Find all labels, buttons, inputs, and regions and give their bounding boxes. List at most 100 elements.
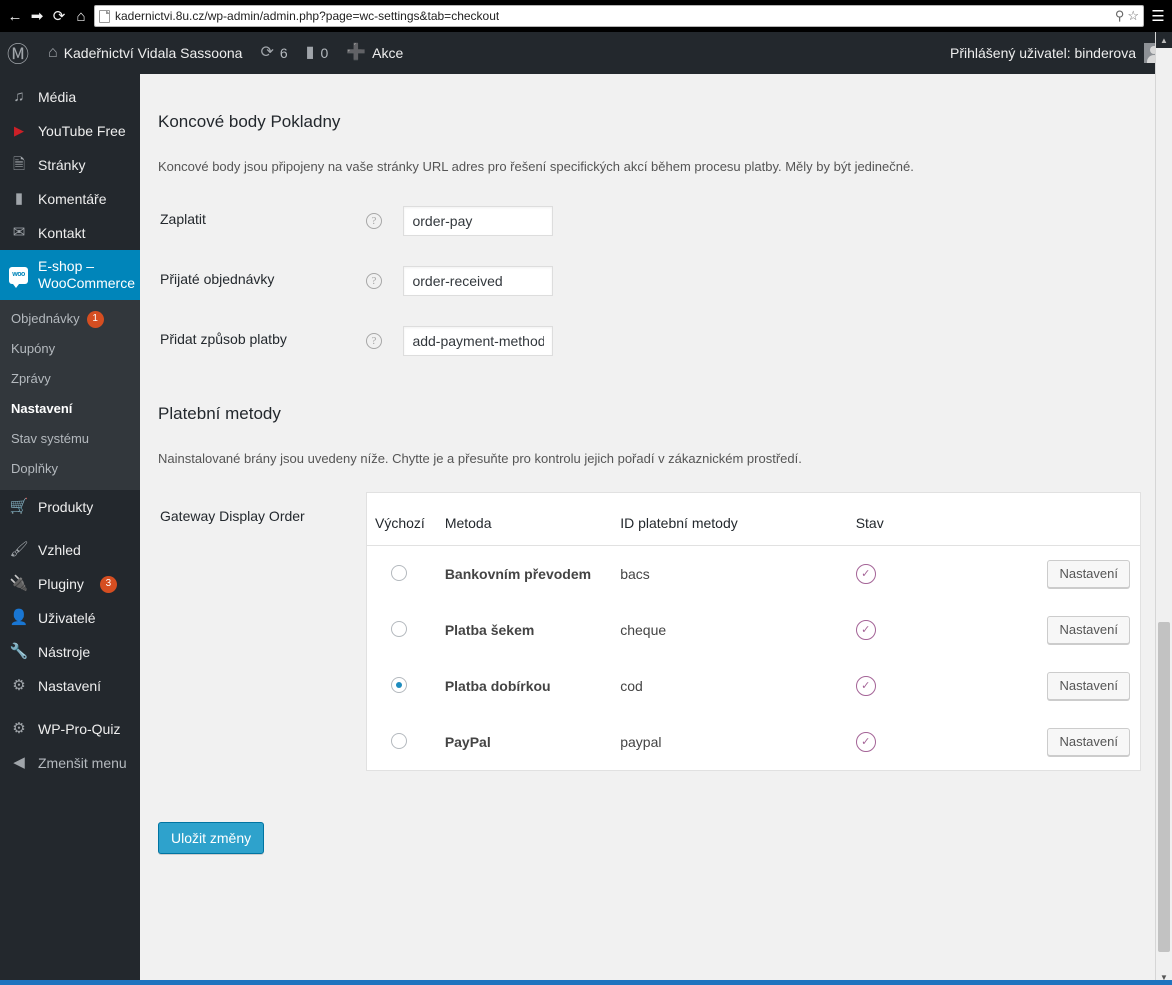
status-enabled-check-icon: ✓ (855, 564, 876, 585)
sidebar-item-reports[interactable]: Zprávy (0, 364, 140, 394)
table-row[interactable]: PayPal paypal ✓ Nastavení (366, 714, 1141, 771)
sidebar-item-label: Komentáře (38, 191, 107, 207)
scrollbar-thumb[interactable] (1158, 622, 1170, 952)
column-header-status: Stav (845, 492, 1038, 547)
sidebar-item-label: Pluginy (38, 576, 84, 592)
wordpress-logo-icon[interactable]: Ⓜ (0, 37, 39, 69)
sidebar-item-users[interactable]: 👤 Uživatelé (0, 601, 140, 635)
table-row[interactable]: Platba dobírkou cod ✓ Nastavení (366, 658, 1141, 715)
wp-admin-bar: Ⓜ ⌂ Kadeřnictví Vidala Sassoona ⟳ 6 ▮ 0 … (0, 32, 1172, 74)
gateway-settings-button[interactable]: Nastavení (1047, 616, 1130, 645)
sidebar-item-label: Stránky (38, 157, 86, 173)
field-cell-order-received: ? (366, 251, 1158, 311)
default-gateway-radio[interactable] (391, 620, 407, 637)
page-scrollbar[interactable]: ▲ ▼ (1155, 32, 1172, 985)
gateway-settings-button[interactable]: Nastavení (1047, 560, 1130, 589)
woocommerce-icon: woo (9, 266, 29, 288)
gateway-table-cell: Výchozí Metoda ID platební metody Stav B… (366, 486, 1158, 786)
scroll-up-arrow-icon[interactable]: ▲ (1156, 32, 1172, 48)
hamburger-menu-icon[interactable]: ☰ (1148, 7, 1168, 25)
collapse-menu-button[interactable]: ◀ Zmenšit menu (0, 746, 140, 780)
sidebar-item-youtube-free[interactable]: ▶ YouTube Free (0, 114, 140, 148)
default-radio-cell (366, 658, 435, 715)
status-enabled-check-icon: ✓ (855, 620, 876, 641)
gateway-settings-button[interactable]: Nastavení (1047, 728, 1130, 757)
updates-menu[interactable]: ⟳ 6 (251, 32, 296, 74)
comments-menu[interactable]: ▮ 0 (297, 32, 338, 74)
orders-badge: 1 (86, 310, 104, 328)
endpoints-form-table: Zaplatit ? Přijaté objednávky ? Přidat z… (158, 191, 1158, 371)
form-row-add-payment-method: Přidat způsob platby ? (158, 311, 1158, 371)
save-changes-button[interactable]: Uložit změny (158, 822, 265, 855)
menu-separator (0, 524, 140, 533)
field-label-add-payment-method: Přidat způsob platby (160, 330, 287, 347)
gateway-status-cell: ✓ (845, 602, 1038, 659)
page-document-icon (99, 9, 110, 23)
submenu-label: Doplňky (11, 461, 58, 476)
sidebar-item-coupons[interactable]: Kupóny (0, 334, 140, 364)
default-gateway-radio[interactable] (391, 564, 407, 581)
site-name-menu[interactable]: ⌂ Kadeřnictví Vidala Sassoona (39, 32, 251, 74)
sidebar-item-wp-pro-quiz[interactable]: ⚙ WP-Pro-Quiz (0, 712, 140, 746)
sidebar-item-settings-wp[interactable]: ⚙ Nastavení (0, 669, 140, 703)
home-icon: ⌂ (48, 44, 58, 61)
column-header-default: Výchozí (366, 492, 435, 547)
sidebar-item-label: Uživatelé (38, 610, 96, 626)
new-content-label: Akce (372, 45, 404, 61)
column-header-gateway-id: ID platební metody (610, 492, 846, 547)
reload-icon[interactable]: ⟳ (48, 4, 70, 28)
woocommerce-submenu: Objednávky 1 Kupóny Zprávy Nastavení Sta… (0, 300, 140, 490)
youtube-icon: ▶ (14, 123, 24, 138)
update-arrows-icon: ⟳ (260, 44, 274, 61)
add-payment-method-endpoint-input[interactable] (403, 325, 554, 356)
sidebar-item-products[interactable]: 🛒 Produkty (0, 490, 140, 524)
table-row[interactable]: Platba šekem cheque ✓ Nastavení (366, 602, 1141, 659)
gear-icon: ⚙ (12, 720, 26, 737)
help-icon[interactable]: ? (366, 272, 382, 289)
gateway-settings-button[interactable]: Nastavení (1047, 672, 1130, 701)
sidebar-item-tools[interactable]: 🔧 Nástroje (0, 635, 140, 669)
sidebar-item-woocommerce[interactable]: woo E-shop – WooCommerce (0, 250, 140, 300)
pay-endpoint-input[interactable] (403, 205, 554, 236)
settings-sliders-icon: ⚙ (12, 677, 26, 694)
address-bar[interactable]: kadernictvi.8u.cz/wp-admin/admin.php?pag… (94, 5, 1144, 27)
sidebar-item-label: Nástroje (38, 644, 91, 660)
sidebar-item-orders[interactable]: Objednávky 1 (0, 304, 140, 334)
sidebar-item-addons[interactable]: Doplňky (0, 454, 140, 484)
sidebar-item-plugins[interactable]: 🔌 Pluginy 3 (0, 567, 140, 601)
home-icon[interactable]: ⌂ (70, 4, 92, 28)
default-gateway-radio[interactable] (391, 732, 407, 749)
sidebar-item-media[interactable]: ♫ Média (0, 80, 140, 114)
forward-arrow-icon[interactable]: ➡ (26, 4, 48, 28)
star-icon[interactable]: ☆ (1127, 8, 1139, 24)
mail-icon: ✉ (12, 224, 26, 241)
sidebar-item-contact[interactable]: ✉ Kontakt (0, 216, 140, 250)
search-zoom-icon[interactable]: ⚲ (1115, 8, 1125, 24)
sidebar-item-label: YouTube Free (38, 123, 126, 139)
sidebar-item-label: E-shop – WooCommerce (38, 258, 135, 291)
submenu-label: Objednávky (11, 311, 80, 326)
new-content-menu[interactable]: ➕ Akce (337, 32, 412, 74)
submenu-label: Nastavení (11, 401, 73, 416)
sidebar-item-label: Zmenšit menu (38, 755, 127, 771)
account-menu[interactable]: Přihlášený uživatel: binderova (950, 43, 1172, 63)
save-button-container: Uložit změny (158, 822, 1141, 855)
plugins-badge: 3 (99, 575, 117, 593)
sidebar-item-settings[interactable]: Nastavení (0, 394, 140, 424)
browser-toolbar: ← ➡ ⟳ ⌂ kadernictvi.8u.cz/wp-admin/admin… (0, 0, 1172, 32)
sidebar-item-system-status[interactable]: Stav systému (0, 424, 140, 454)
back-arrow-icon[interactable]: ← (4, 4, 26, 28)
table-row[interactable]: Bankovním převodem bacs ✓ Nastavení (366, 545, 1141, 603)
comments-icon: ▮ (14, 190, 24, 207)
order-received-endpoint-input[interactable] (403, 265, 554, 296)
sidebar-item-appearance[interactable]: 🖌 Vzhled (0, 533, 140, 567)
sidebar-item-comments[interactable]: ▮ Komentáře (0, 182, 140, 216)
help-icon[interactable]: ? (366, 212, 382, 229)
gateway-action-cell: Nastavení (1037, 602, 1141, 659)
gateway-id: paypal (610, 714, 846, 771)
default-radio-cell (366, 602, 435, 659)
default-gateway-radio[interactable] (391, 676, 407, 693)
sidebar-item-pages[interactable]: 🗎 Stránky (0, 148, 140, 182)
help-icon[interactable]: ? (366, 332, 382, 349)
endpoints-title: Koncové body Pokladny (158, 112, 341, 131)
